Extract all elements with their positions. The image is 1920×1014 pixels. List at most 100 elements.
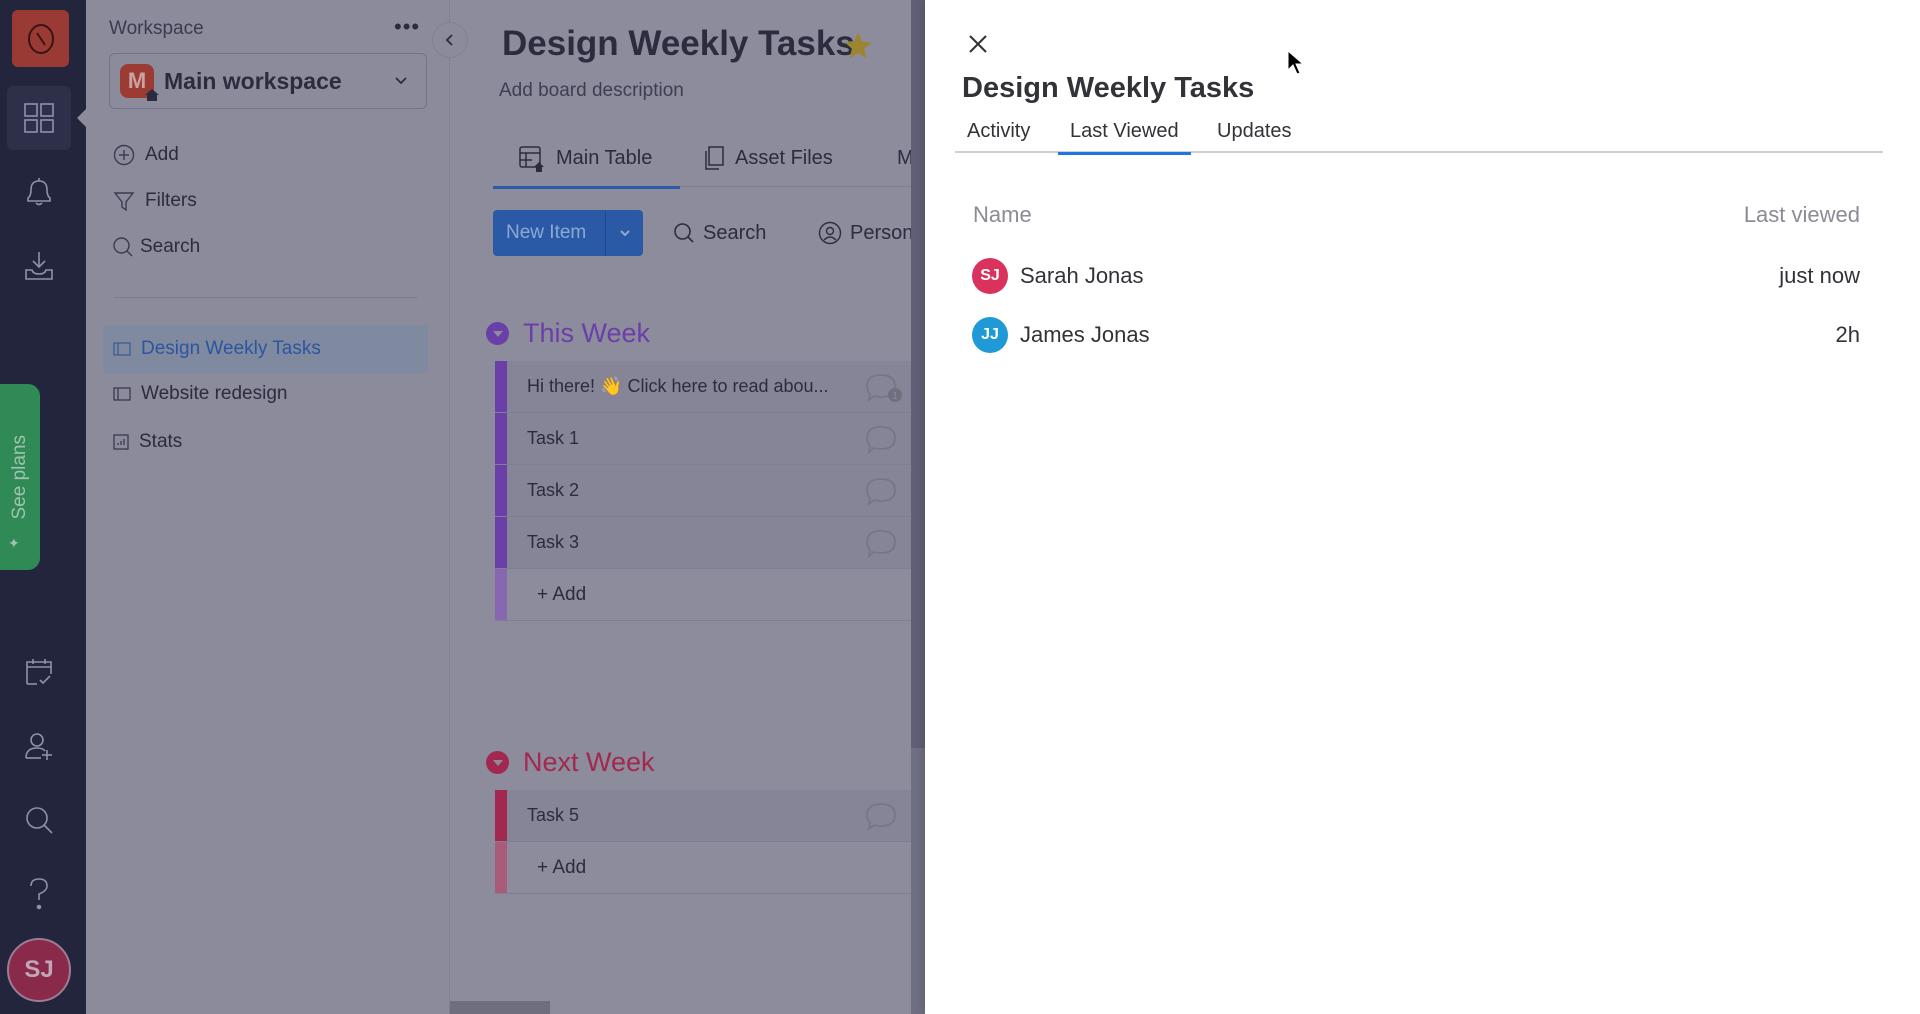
new-item-dropdown[interactable]	[605, 210, 643, 256]
scrollbar-thumb[interactable]	[911, 0, 925, 748]
board-vertical-scrollbar[interactable]	[911, 0, 925, 1014]
board-view-tabs: Main Table Asset Files M	[493, 130, 911, 189]
inbox-button[interactable]	[7, 234, 71, 298]
search-icon	[26, 807, 53, 834]
search-icon	[674, 223, 694, 243]
tab-asset-files[interactable]: Asset Files	[703, 130, 833, 187]
invite-members-button[interactable]	[7, 714, 71, 778]
notifications-bell-icon	[27, 178, 51, 206]
group-color-bar	[495, 465, 507, 516]
avatar[interactable]: SJ	[972, 258, 1008, 294]
group-header-this-week[interactable]: This Week	[486, 318, 650, 349]
sparkle-icon: ✦	[8, 535, 20, 551]
user-avatar[interactable]: SJ	[7, 938, 71, 1002]
workspaces-grid-icon	[24, 103, 54, 133]
item-name[interactable]: Task 3	[527, 532, 579, 553]
tab-activity[interactable]: Activity	[955, 120, 1042, 153]
workspace-label: Workspace	[109, 18, 204, 39]
item-row[interactable]: Task 3	[495, 517, 911, 569]
files-icon	[705, 145, 724, 170]
group-this-week-items: Hi there! 👋 Click here to read abou... 1…	[495, 361, 911, 621]
help-icon	[30, 878, 48, 910]
tab-main-table[interactable]: Main Table	[493, 130, 680, 189]
add-item-row[interactable]: + Add	[495, 842, 911, 894]
search-nav-button[interactable]	[7, 788, 71, 852]
item-name[interactable]: Task 1	[527, 428, 579, 449]
updates-count: 1	[892, 391, 898, 402]
sidebar-dashboard-stats[interactable]: Stats	[103, 418, 428, 466]
board-label: Stats	[139, 431, 183, 452]
left-nav: See plans ✦ SJ	[0, 0, 87, 1014]
logo-button[interactable]	[12, 10, 69, 67]
avatar[interactable]: JJ	[972, 317, 1008, 353]
favorite-star-icon[interactable]	[842, 30, 874, 62]
add-item-label[interactable]: + Add	[537, 857, 586, 879]
tab-last-viewed[interactable]: Last Viewed	[1058, 120, 1191, 155]
add-button[interactable]: Add	[113, 144, 179, 166]
group-color-bar	[495, 413, 507, 464]
my-work-calendar-icon	[26, 659, 52, 685]
group-title[interactable]: Next Week	[523, 747, 655, 778]
help-button[interactable]	[7, 862, 71, 926]
workspace-name: Main workspace	[164, 67, 342, 94]
close-panel-button[interactable]	[964, 30, 992, 58]
sidebar-board-website-redesign[interactable]: Website redesign	[103, 370, 428, 418]
my-work-button[interactable]	[7, 640, 71, 704]
chevron-down-icon	[619, 230, 630, 237]
more-options-icon[interactable]: •••	[394, 14, 420, 40]
workspaces-button[interactable]	[7, 86, 71, 150]
board-icon	[113, 342, 131, 356]
updates-bubble-icon[interactable]	[865, 529, 905, 559]
group-color-bar	[495, 517, 507, 568]
item-name[interactable]: Hi there! 👋 Click here to read abou...	[527, 376, 829, 397]
close-icon	[969, 35, 987, 53]
add-item-row[interactable]: + Add	[495, 569, 911, 621]
item-name[interactable]: Task 2	[527, 480, 579, 501]
panel-tabs: Activity Last Viewed Updates	[955, 118, 1883, 155]
group-header-next-week[interactable]: Next Week	[486, 747, 655, 778]
new-item-label: New Item	[506, 222, 587, 243]
collapse-group-icon[interactable]	[486, 751, 509, 774]
board-label: Website redesign	[141, 383, 288, 404]
item-row[interactable]: Task 1	[495, 413, 911, 465]
sidebar-board-design-weekly-tasks[interactable]: Design Weekly Tasks	[103, 325, 428, 373]
add-label: Add	[145, 144, 179, 165]
sidebar-search-button[interactable]: Search	[112, 236, 200, 258]
item-row[interactable]: Task 5	[495, 790, 911, 842]
tab-more[interactable]: M	[897, 130, 911, 187]
group-color-bar	[495, 842, 507, 893]
updates-bubble-icon[interactable]	[865, 802, 905, 832]
filters-button[interactable]: Filters	[113, 190, 197, 212]
collapse-sidebar-button[interactable]	[432, 22, 468, 58]
updates-bubble-icon[interactable]	[865, 477, 905, 507]
workspace-selector[interactable]: M Main workspace	[109, 53, 427, 109]
person-filter-button[interactable]: Person	[818, 210, 911, 256]
updates-bubble-icon[interactable]	[865, 425, 905, 455]
see-plans-button[interactable]: See plans ✦	[0, 384, 40, 570]
tab-updates[interactable]: Updates	[1205, 120, 1304, 153]
updates-bubble-icon[interactable]: 1	[865, 373, 905, 403]
item-row[interactable]: Hi there! 👋 Click here to read abou... 1	[495, 361, 911, 413]
board-search-button[interactable]: Search	[673, 210, 766, 256]
tab-label: Asset Files	[735, 147, 833, 169]
inbox-download-icon	[25, 252, 53, 280]
new-item-button[interactable]: New Item	[493, 210, 643, 256]
sidebar-divider	[114, 297, 418, 298]
board-horizontal-scrollbar[interactable]	[450, 1001, 550, 1014]
collapse-group-icon[interactable]	[486, 322, 509, 345]
add-item-label[interactable]: + Add	[537, 584, 586, 606]
group-title[interactable]: This Week	[523, 318, 650, 349]
filters-label: Filters	[145, 190, 197, 211]
item-row[interactable]: Task 2	[495, 465, 911, 517]
board-title[interactable]: Design Weekly Tasks	[502, 24, 855, 64]
viewer-row: JJ James Jonas 2h	[972, 315, 1860, 355]
search-label: Search	[140, 236, 201, 257]
notifications-button[interactable]	[7, 160, 71, 224]
viewer-name: James Jonas	[1020, 322, 1150, 347]
tab-label: Main Table	[556, 147, 653, 169]
column-header-last-viewed: Last viewed	[1743, 202, 1860, 227]
board-description[interactable]: Add board description	[499, 80, 684, 102]
item-name[interactable]: Task 5	[527, 805, 579, 826]
workspace-sidebar: Workspace ••• M Main workspace Add Filte…	[86, 0, 450, 1014]
board-view: Design Weekly Tasks Add board descriptio…	[450, 0, 911, 1014]
